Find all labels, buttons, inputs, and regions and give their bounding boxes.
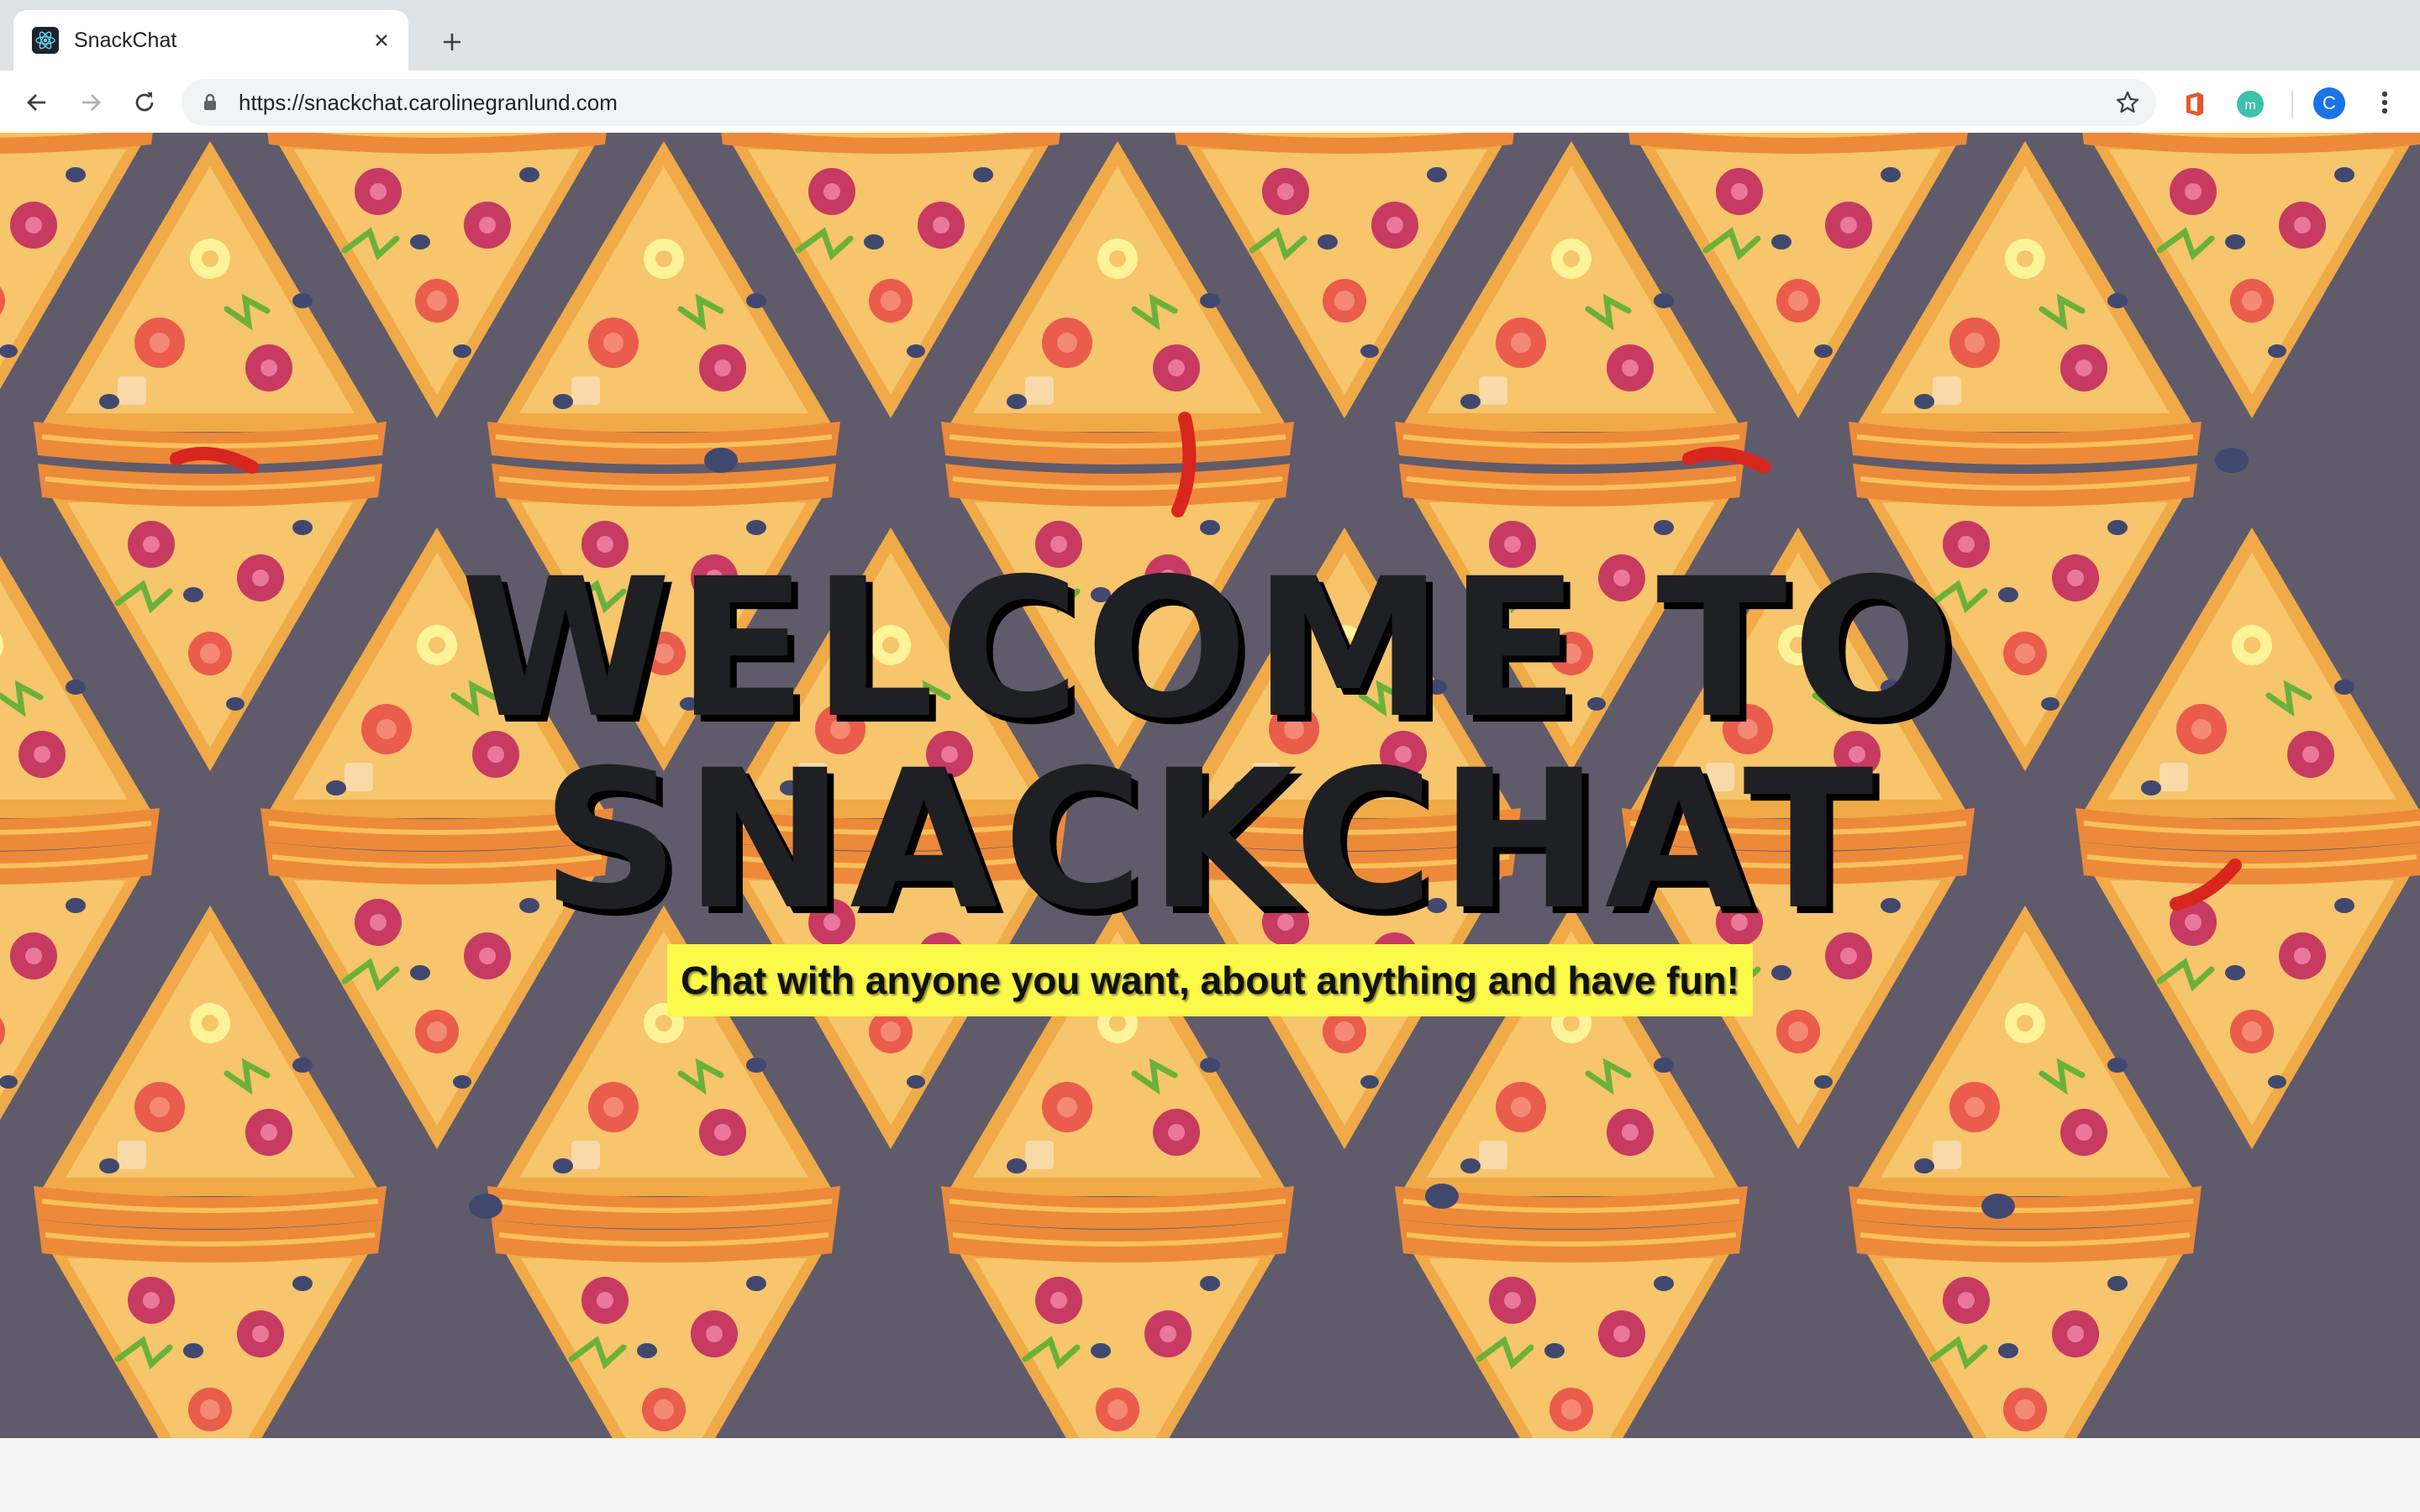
office-extension-icon[interactable] bbox=[2180, 89, 2210, 119]
hero-heading: WELCOME TO SNACKCHAT bbox=[0, 553, 2420, 936]
react-atom-icon bbox=[32, 27, 59, 54]
toolbar-divider bbox=[2291, 91, 2293, 118]
tab-title: SnackChat bbox=[74, 29, 177, 52]
hero-heading-line-2: SNACKCHAT bbox=[541, 728, 1879, 952]
reload-icon[interactable] bbox=[124, 82, 165, 123]
kebab-menu-icon[interactable] bbox=[2368, 86, 2402, 119]
url-text: https://snackchat.carolinegranlund.com bbox=[239, 90, 618, 115]
hero-heading-line-1: WELCOME TO bbox=[460, 537, 1960, 760]
new-tab-icon[interactable] bbox=[432, 22, 472, 62]
tagline: Chat with anyone you want, about anythin… bbox=[667, 944, 1753, 1016]
lock-icon bbox=[200, 92, 220, 113]
bookmark-star-icon[interactable] bbox=[2114, 89, 2141, 116]
tab-snackchat[interactable]: SnackChat bbox=[13, 10, 408, 71]
page-bottom-area bbox=[0, 1438, 2420, 1512]
forward-arrow-icon[interactable] bbox=[71, 82, 111, 123]
svg-text:m: m bbox=[2244, 98, 2255, 113]
browser-tab-strip: SnackChat bbox=[0, 0, 2420, 71]
address-bar[interactable]: https://snackchat.carolinegranlund.com bbox=[182, 79, 2156, 126]
close-tab-icon[interactable] bbox=[365, 24, 398, 57]
extension-m-icon[interactable]: m bbox=[2235, 89, 2265, 119]
page-viewport: WELCOME TO SNACKCHAT Chat with anyone yo… bbox=[0, 133, 2420, 1438]
tagline-container: Chat with anyone you want, about anythin… bbox=[0, 944, 2420, 1016]
back-arrow-icon[interactable] bbox=[17, 82, 57, 123]
profile-avatar[interactable]: C bbox=[2313, 87, 2345, 119]
browser-toolbar: https://snackchat.carolinegranlund.com m… bbox=[0, 71, 2420, 133]
